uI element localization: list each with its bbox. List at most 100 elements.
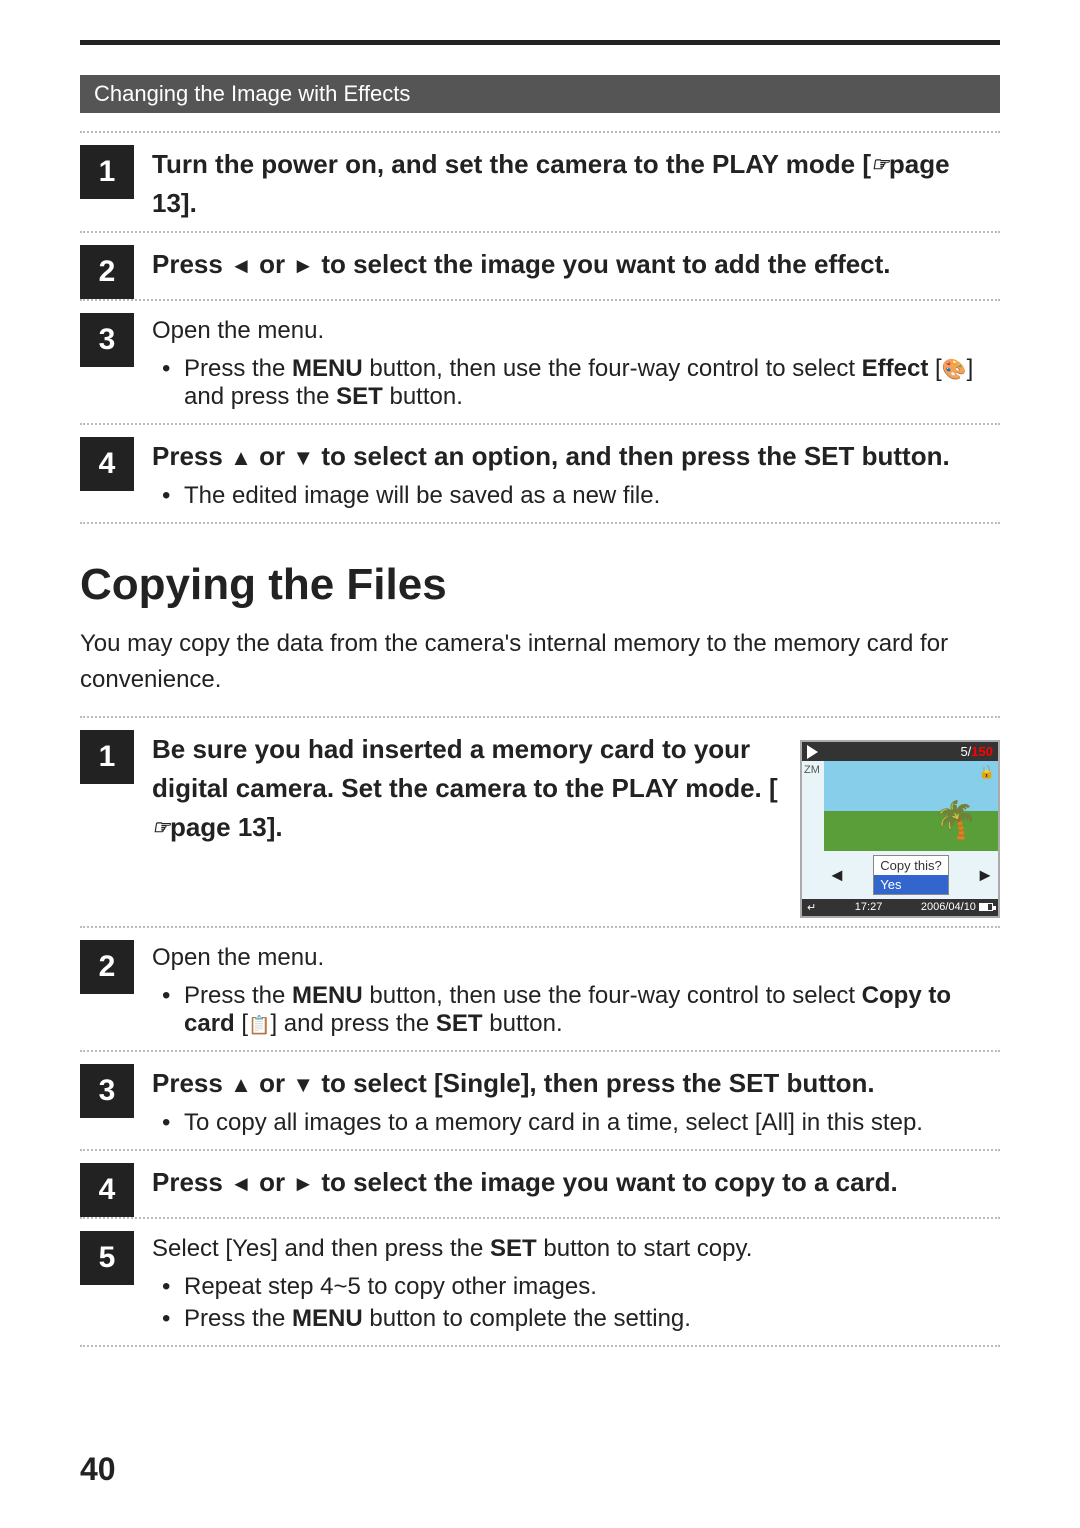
copy-step-5-row: 5 Select [Yes] and then press the SET bu… xyxy=(80,1221,1000,1345)
nav-arrows: ◄ Copy this? Yes ► xyxy=(824,851,998,899)
zoom-icon: ZM xyxy=(804,764,822,776)
camera-screen-footer: ↵ 17:27 2006/04/10 xyxy=(802,899,998,916)
palm-tree-icon: 🌴 xyxy=(933,799,978,841)
arrow-up-icon: ▲ xyxy=(230,441,252,474)
camera-top-right-icon: 🔒 xyxy=(979,764,995,780)
step-2-content: Press ◄ or ► to select the image you wan… xyxy=(152,235,1000,292)
copy-step-2-wrapper: 2 Open the menu. Press the MENU button, … xyxy=(80,926,1000,1050)
counter-display: 5/150 xyxy=(960,744,993,759)
dotted-line-c5b xyxy=(80,1345,1000,1347)
copy-step-1-content: Be sure you had inserted a memory card t… xyxy=(152,720,1000,926)
copy-step-2-bullets: Press the MENU button, then use the four… xyxy=(162,982,1000,1038)
copy-step-4-number: 4 xyxy=(80,1163,134,1217)
dotted-line-c4 xyxy=(80,1149,1000,1151)
copy-step-3-row: 3 Press ▲ or ▼ to select [Single], then … xyxy=(80,1054,1000,1149)
copy-step-3-bullet-1: To copy all images to a memory card in a… xyxy=(162,1109,1000,1137)
date-battery-row: 2006/04/10 xyxy=(921,901,993,914)
step-3-text: Open the menu. xyxy=(152,317,324,344)
copy-step-5-content: Select [Yes] and then press the SET butt… xyxy=(152,1221,1000,1345)
section2-container: Copying the Files You may copy the data … xyxy=(80,560,1000,1347)
camera-body-row: ZM 🌴 🔒 ◄ xyxy=(802,761,998,899)
copy-step-2-text: Open the menu. xyxy=(152,944,324,971)
step-4-wrapper: 4 Press ▲ or ▼ to select an option, and … xyxy=(80,423,1000,524)
copy-step-1-text-col: Be sure you had inserted a memory card t… xyxy=(152,730,780,847)
arrow-left-icon-c4: ◄ xyxy=(230,1167,252,1200)
camera-screen: 5/150 ZM 🌴 xyxy=(800,740,1000,918)
nav-left-icon: ◄ xyxy=(828,865,846,886)
step-1-number: 1 xyxy=(80,145,134,199)
arrow-right-icon-c4: ► xyxy=(292,1167,314,1200)
copy-step-1-wrapper: 1 Be sure you had inserted a memory card… xyxy=(80,716,1000,926)
battery-fill xyxy=(980,904,988,910)
copy-step-5-bullet-2: Press the MENU button to complete the se… xyxy=(162,1305,1000,1333)
dotted-line xyxy=(80,131,1000,133)
copy-step-4-row: 4 Press ◄ or ► to select the image you w… xyxy=(80,1153,1000,1217)
section2-intro: You may copy the data from the camera's … xyxy=(80,626,1000,698)
nav-right-icon: ► xyxy=(976,865,994,886)
step-2-text: Press ◄ or ► to select the image you wan… xyxy=(152,249,891,279)
dotted-line-c2 xyxy=(80,926,1000,928)
step-1-text: Turn the power on, and set the camera to… xyxy=(152,149,950,218)
copy-step-2-number: 2 xyxy=(80,940,134,994)
copy-step-2-row: 2 Open the menu. Press the MENU button, … xyxy=(80,930,1000,1050)
copy-step-1-number: 1 xyxy=(80,730,134,784)
dotted-line-c3 xyxy=(80,1050,1000,1052)
arrow-up-icon-c3: ▲ xyxy=(230,1068,252,1101)
counter-highlight: 150 xyxy=(971,744,993,759)
step-1-row: 1 Turn the power on, and set the camera … xyxy=(80,135,1000,231)
step-3-bullet-1: Press the MENU button, then use the four… xyxy=(162,355,1000,411)
step-4-number: 4 xyxy=(80,437,134,491)
play-icon xyxy=(807,745,818,759)
camera-screen-header: 5/150 xyxy=(802,742,998,761)
arrow-down-icon: ▼ xyxy=(292,441,314,474)
copy-card-icon: 📋 xyxy=(248,1015,270,1035)
copy-step-1-row: 1 Be sure you had inserted a memory card… xyxy=(80,720,1000,926)
time-display: 17:27 xyxy=(855,901,883,914)
ref-icon-1: ☞ xyxy=(871,150,889,180)
copy-step-4-text: Press ◄ or ► to select the image you wan… xyxy=(152,1167,898,1197)
page-number: 40 xyxy=(80,1451,116,1488)
arrow-down-icon-c3: ▼ xyxy=(292,1068,314,1101)
section2-title: Copying the Files xyxy=(80,560,1000,610)
dotted-line-2 xyxy=(80,231,1000,233)
copy-step-1-text: Be sure you had inserted a memory card t… xyxy=(152,734,778,842)
copy-step-4-wrapper: 4 Press ◄ or ► to select the image you w… xyxy=(80,1149,1000,1217)
step-3-content: Open the menu. Press the MENU button, th… xyxy=(152,303,1000,423)
copy-step-3-wrapper: 3 Press ▲ or ▼ to select [Single], then … xyxy=(80,1050,1000,1149)
step-2-number: 2 xyxy=(80,245,134,299)
battery-icon xyxy=(979,903,993,911)
copy-step-3-bullets: To copy all images to a memory card in a… xyxy=(162,1109,1000,1137)
copy-step-3-content: Press ▲ or ▼ to select [Single], then pr… xyxy=(152,1054,1000,1149)
menu-yes-option: Yes xyxy=(874,875,947,894)
copy-step-5-bullets: Repeat step 4~5 to copy other images. Pr… xyxy=(162,1273,1000,1333)
copy-step-3-number: 3 xyxy=(80,1064,134,1118)
copy-step-3-text: Press ▲ or ▼ to select [Single], then pr… xyxy=(152,1068,875,1098)
arrow-left-icon: ◄ xyxy=(230,249,252,282)
step-3-row: 3 Open the menu. Press the MENU button, … xyxy=(80,303,1000,423)
camera-image-area: 🌴 🔒 xyxy=(824,761,998,851)
camera-menu-popup: Copy this? Yes xyxy=(873,855,948,895)
step-4-row: 4 Press ▲ or ▼ to select an option, and … xyxy=(80,427,1000,522)
camera-image-wrapper: 🌴 🔒 ◄ Copy this? Yes ► xyxy=(824,761,998,899)
arrow-right-icon: ► xyxy=(292,249,314,282)
step-3-wrapper: 3 Open the menu. Press the MENU button, … xyxy=(80,299,1000,423)
step-4-bullet-1: The edited image will be saved as a new … xyxy=(162,482,1000,510)
effect-icon: 🎨 xyxy=(942,359,967,381)
camera-side-icons: ZM xyxy=(802,761,824,899)
copy-step-5-wrapper: 5 Select [Yes] and then press the SET bu… xyxy=(80,1217,1000,1347)
step-1-wrapper: 1 Turn the power on, and set the camera … xyxy=(80,131,1000,231)
step-4-bullets: The edited image will be saved as a new … xyxy=(162,482,1000,510)
copy-step-5-text: Select [Yes] and then press the SET butt… xyxy=(152,1235,752,1262)
copy-step-5-number: 5 xyxy=(80,1231,134,1285)
date-display: 2006/04/10 xyxy=(921,901,976,913)
step-3-number: 3 xyxy=(80,313,134,367)
dotted-line-3 xyxy=(80,299,1000,301)
dotted-line-c5 xyxy=(80,1217,1000,1219)
dotted-line-4b xyxy=(80,522,1000,524)
copy-this-label: Copy this? xyxy=(874,856,947,875)
copy-step-2-bullet-1: Press the MENU button, then use the four… xyxy=(162,982,1000,1038)
copy-step-4-content: Press ◄ or ► to select the image you wan… xyxy=(152,1153,1000,1210)
step-2-row: 2 Press ◄ or ► to select the image you w… xyxy=(80,235,1000,299)
ref-icon-c1: ☞ xyxy=(152,813,170,843)
dotted-line-4 xyxy=(80,423,1000,425)
